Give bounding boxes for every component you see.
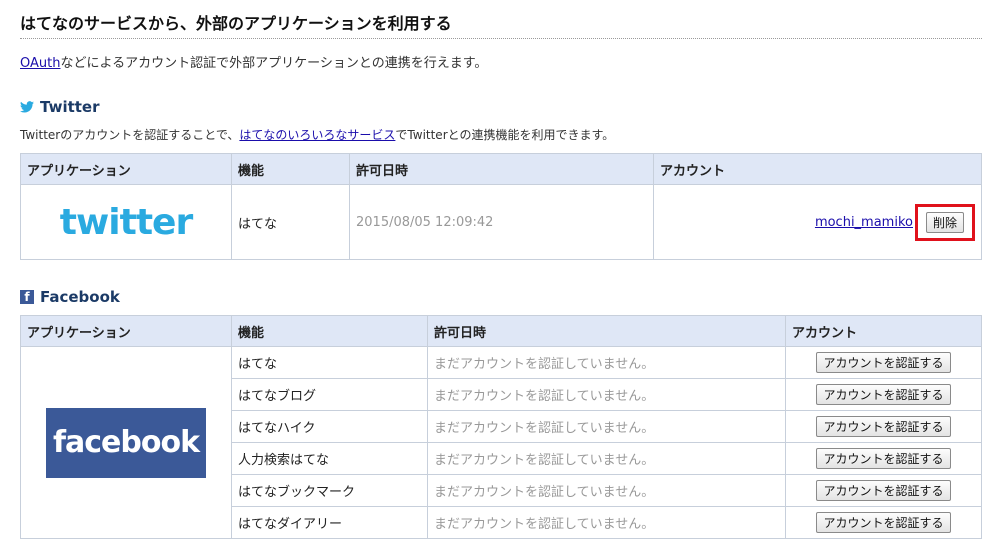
facebook-table: アプリケーション 機能 許可日時 アカウント facebook はてな まだアカ…	[20, 315, 982, 539]
account-link[interactable]: mochi_mamiko	[815, 215, 913, 230]
authenticate-button[interactable]: アカウントを認証する	[816, 384, 951, 405]
twitter-table: アプリケーション 機能 許可日時 アカウント twitter はてな 2015/…	[20, 153, 982, 260]
twitter-heading-label: Twitter	[40, 98, 100, 116]
feature-cell: はてなブログ	[231, 378, 428, 411]
authenticate-button[interactable]: アカウントを認証する	[816, 448, 951, 469]
authenticate-button[interactable]: アカウントを認証する	[816, 480, 951, 501]
col-account: アカウント	[785, 315, 982, 347]
col-application: アプリケーション	[20, 153, 232, 185]
twitter-logo-cell: twitter	[20, 184, 232, 260]
delete-highlight: 削除	[914, 203, 975, 241]
twitter-desc-prefix: Twitterのアカウントを認証することで、	[20, 128, 240, 142]
intro-text: OAuthなどによるアカウント認証で外部アプリケーションとの連携を行えます。	[20, 52, 487, 71]
authenticate-button[interactable]: アカウントを認証する	[816, 416, 951, 437]
feature-cell: はてなハイク	[231, 410, 428, 443]
facebook-icon: f	[20, 290, 34, 304]
twitter-heading: Twitter	[20, 98, 100, 116]
page-title: はてなのサービスから、外部のアプリケーションを利用する	[20, 14, 452, 33]
facebook-logo-cell: facebook	[20, 346, 232, 539]
twitter-desc-suffix: でTwitterとの連携機能を利用できます。	[395, 128, 615, 142]
page: はてなのサービスから、外部のアプリケーションを利用する OAuthなどによるアカ…	[0, 0, 997, 560]
button-cell: アカウントを認証する	[785, 410, 982, 443]
hatena-services-link[interactable]: はてなのいろいろなサービス	[239, 128, 395, 142]
table-row: twitter はてな 2015/08/05 12:09:42 mochi_ma…	[20, 184, 982, 260]
col-feature: 機能	[231, 153, 350, 185]
col-datetime: 許可日時	[427, 315, 786, 347]
table-header-row: アプリケーション 機能 許可日時 アカウント	[20, 315, 982, 347]
twitter-bird-icon	[20, 101, 34, 113]
authenticate-button[interactable]: アカウントを認証する	[816, 512, 951, 533]
feature-cell: はてな	[231, 184, 350, 260]
button-cell: アカウントを認証する	[785, 378, 982, 411]
status-cell: まだアカウントを認証していません。	[427, 410, 786, 443]
feature-cell: はてなダイアリー	[231, 506, 428, 539]
button-cell: アカウントを認証する	[785, 474, 982, 507]
title-divider	[20, 38, 982, 39]
col-datetime: 許可日時	[349, 153, 654, 185]
account-cell: mochi_mamiko 削除	[653, 184, 982, 260]
intro-body: などによるアカウント認証で外部アプリケーションとの連携を行えます。	[60, 56, 488, 71]
col-account: アカウント	[653, 153, 982, 185]
delete-button[interactable]: 削除	[925, 211, 964, 233]
col-application: アプリケーション	[20, 315, 232, 347]
status-cell: まだアカウントを認証していません。	[427, 378, 786, 411]
feature-cell: はてなブックマーク	[231, 474, 428, 507]
feature-cell: 人力検索はてな	[231, 442, 428, 475]
button-cell: アカウントを認証する	[785, 346, 982, 379]
button-cell: アカウントを認証する	[785, 506, 982, 539]
status-cell: まだアカウントを認証していません。	[427, 474, 786, 507]
button-cell: アカウントを認証する	[785, 442, 982, 475]
col-feature: 機能	[231, 315, 428, 347]
table-row: facebook はてな まだアカウントを認証していません。 アカウントを認証す…	[20, 346, 982, 539]
twitter-logo: twitter	[59, 201, 193, 243]
facebook-heading: f Facebook	[20, 288, 120, 306]
feature-cell: はてな	[231, 346, 428, 379]
facebook-logo: facebook	[46, 407, 206, 478]
facebook-heading-label: Facebook	[40, 288, 120, 306]
status-cell: まだアカウントを認証していません。	[427, 442, 786, 475]
oauth-link[interactable]: OAuth	[20, 56, 60, 71]
table-header-row: アプリケーション 機能 許可日時 アカウント	[20, 153, 982, 185]
status-cell: まだアカウントを認証していません。	[427, 346, 786, 379]
authenticate-button[interactable]: アカウントを認証する	[816, 352, 951, 373]
twitter-description: Twitterのアカウントを認証することで、はてなのいろいろなサービスでTwit…	[20, 126, 614, 143]
status-cell: まだアカウントを認証していません。	[427, 506, 786, 539]
datetime-cell: 2015/08/05 12:09:42	[349, 184, 654, 260]
